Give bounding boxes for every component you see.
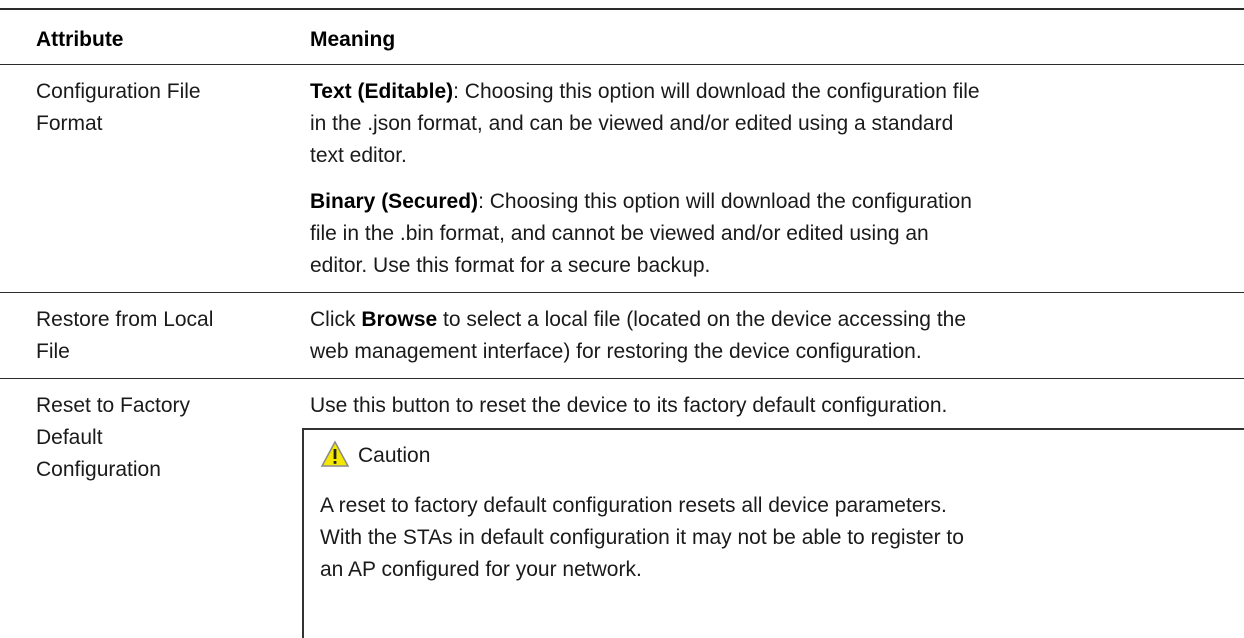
row-attribute-config-format: Configuration File Format	[36, 76, 201, 140]
caution-line: A reset to factory default configuration…	[320, 494, 947, 517]
meaning-line: Use this button to reset the device to i…	[310, 394, 948, 417]
browse-label: Browse	[361, 308, 438, 331]
option-name: Binary (Secured)	[310, 190, 479, 213]
row-meaning-binary-secured: Binary (Secured): Choosing this option w…	[310, 186, 972, 282]
row-meaning-text-editable: Text (Editable): Choosing this option wi…	[310, 76, 980, 172]
caution-header: Caution	[320, 440, 430, 468]
option-name: Text (Editable)	[310, 80, 454, 103]
meaning-line: : Choosing this option will download the…	[453, 80, 980, 103]
attribute-line: Format	[36, 112, 103, 135]
attribute-line: Reset to Factory	[36, 394, 191, 417]
meaning-line: : Choosing this option will download the…	[478, 190, 972, 213]
warning-triangle-icon	[320, 440, 350, 468]
meaning-line: editor. Use this format for a secure bac…	[310, 254, 711, 277]
caution-title: Caution	[358, 444, 431, 467]
caution-box: Caution A reset to factory default confi…	[302, 428, 1244, 638]
caution-line: an AP configured for your network.	[320, 558, 642, 581]
caution-line: With the STAs in default configuration i…	[320, 526, 964, 549]
header-rule	[0, 64, 1244, 65]
row-attribute-restore: Restore from Local File	[36, 304, 213, 368]
meaning-text: to select a local file (located on the d…	[437, 308, 967, 331]
meaning-line: text editor.	[310, 144, 407, 167]
row-rule	[0, 378, 1244, 379]
header-attribute: Attribute	[36, 28, 124, 51]
meaning-text: Click	[310, 308, 362, 331]
row-meaning-reset: Use this button to reset the device to i…	[310, 390, 947, 422]
attribute-line: Restore from Local	[36, 308, 214, 331]
row-attribute-reset: Reset to Factory Default Configuration	[36, 390, 190, 486]
header-meaning: Meaning	[310, 28, 396, 51]
row-rule	[0, 292, 1244, 293]
attribute-line: Configuration File	[36, 80, 201, 103]
attribute-line: Configuration	[36, 458, 161, 481]
caution-text: A reset to factory default configuration…	[320, 490, 1230, 586]
attribute-table: Attribute Meaning Configuration File For…	[0, 0, 1244, 638]
meaning-line: in the .json format, and can be viewed a…	[310, 112, 954, 135]
attribute-line: File	[36, 340, 70, 363]
meaning-line: file in the .bin format, and cannot be v…	[310, 222, 929, 245]
attribute-line: Default	[36, 426, 103, 449]
table-top-rule	[0, 8, 1244, 10]
meaning-line: web management interface) for restoring …	[310, 340, 922, 363]
row-meaning-restore: Click Browse to select a local file (loc…	[310, 304, 966, 368]
